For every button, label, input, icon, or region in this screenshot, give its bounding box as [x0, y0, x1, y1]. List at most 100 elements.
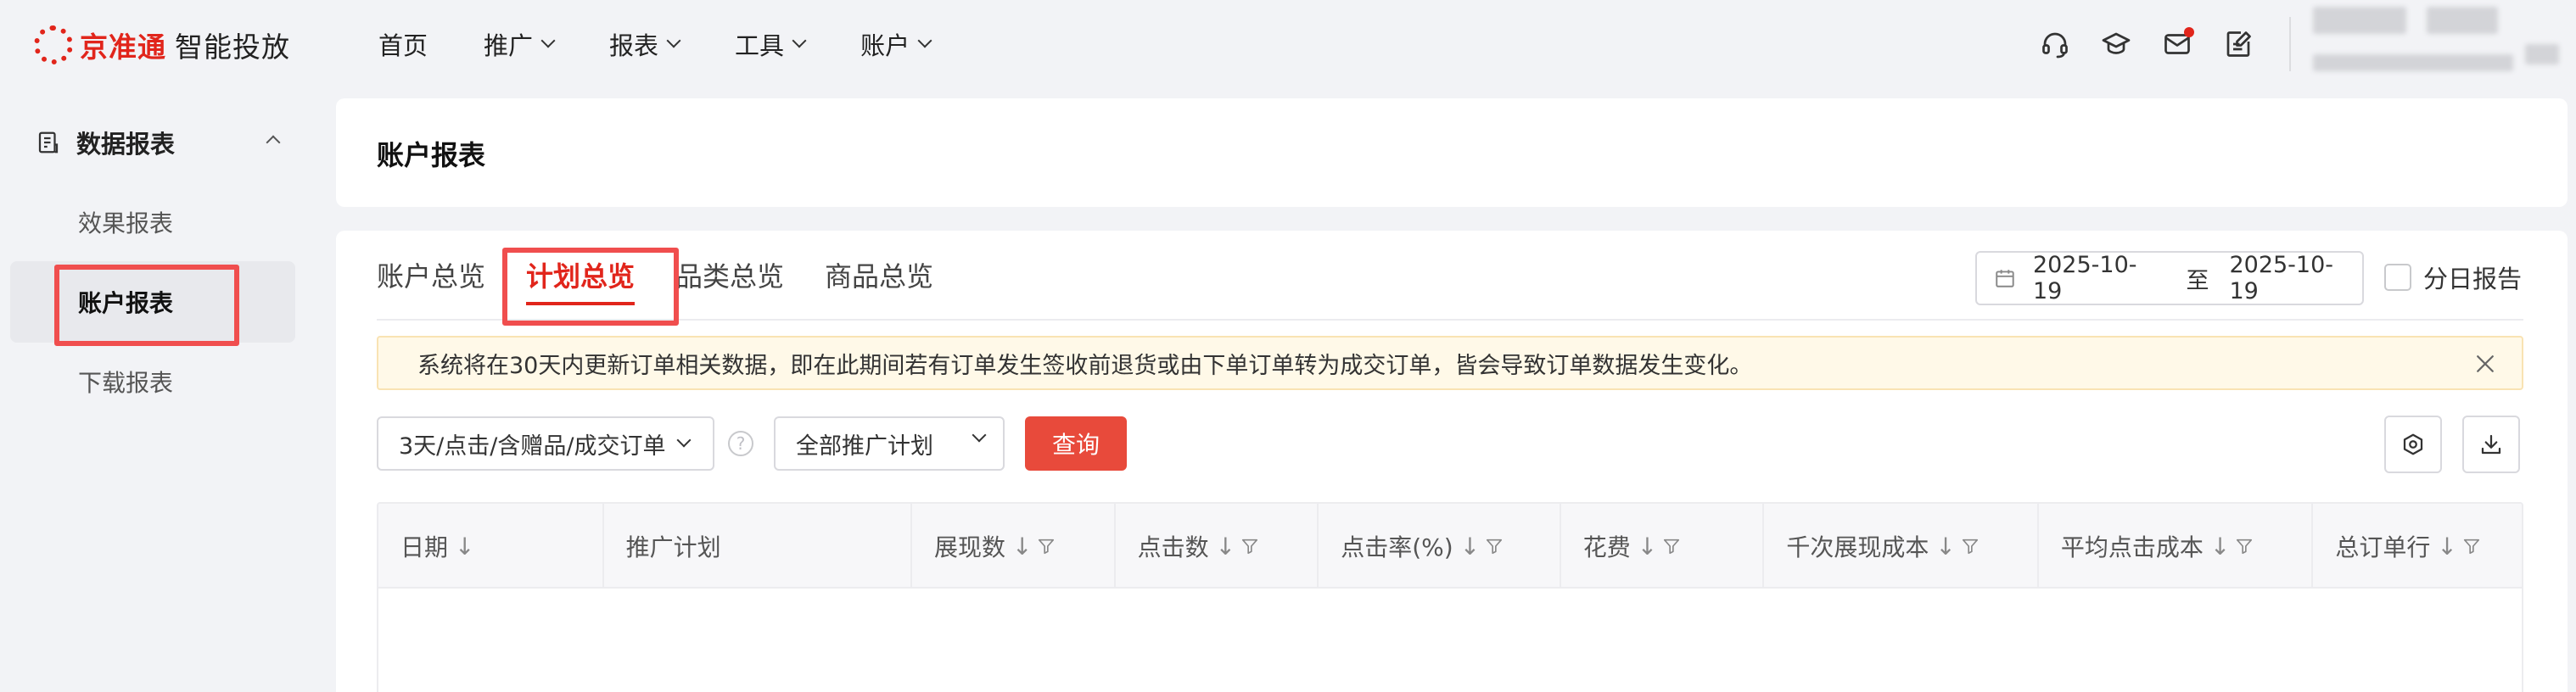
graduation-cap-icon[interactable] [2097, 25, 2135, 63]
sort-down-icon[interactable]: ↓ [455, 533, 474, 561]
chevron-down-icon [676, 432, 692, 448]
report-tabs: 账户总览 计划总览 品类总览 商品总览 [377, 231, 974, 319]
sidebar-item-label: 下载报表 [78, 369, 174, 397]
top-divider [2289, 17, 2291, 71]
nav-item-label: 报表 [609, 31, 659, 60]
column-header-clicks[interactable]: 点击数 ↓ [1116, 504, 1319, 589]
column-label: 千次展现成本 [1786, 533, 1929, 561]
user-account-info[interactable] [2313, 7, 2568, 75]
nav-item-reports[interactable]: 报表 [609, 26, 681, 62]
unread-dot [2184, 27, 2194, 37]
sidebar-group-data-reports[interactable]: 数据报表 [36, 120, 282, 165]
column-header-ctr[interactable]: 点击率(%) ↓ [1319, 504, 1561, 589]
column-label: 平均点击成本 [2060, 533, 2204, 561]
filter-icon[interactable] [2462, 537, 2481, 555]
data-update-notice: 系统将在30天内更新订单相关数据，即在此期间若有订单发生签收前退货或由下单订单转… [377, 336, 2523, 390]
sidebar-group-label: 数据报表 [76, 130, 176, 159]
tab-label: 商品总览 [825, 260, 934, 293]
column-label: 点击数 [1137, 533, 1209, 561]
column-header-plan: 推广计划 [604, 504, 912, 589]
notice-text: 系统将在30天内更新订单相关数据，即在此期间若有订单发生签收前退货或由下单订单转… [417, 352, 1753, 379]
close-icon[interactable] [2472, 351, 2498, 377]
settings-icon [2403, 433, 2423, 455]
query-button[interactable]: 查询 [1025, 416, 1127, 471]
column-header-impressions[interactable]: 展现数 ↓ [912, 504, 1116, 589]
attribution-select-value: 3天/点击/含赠品/成交订单 [399, 432, 666, 460]
daily-report-toggle[interactable]: 分日报告 [2384, 260, 2522, 295]
filter-icon[interactable] [2235, 537, 2254, 555]
filter-bar: 3天/点击/含赠品/成交订单 ? 全部推广计划 查询 [377, 416, 1127, 472]
nav-item-label: 推广 [484, 31, 534, 60]
column-label: 推广计划 [625, 533, 721, 561]
filter-icon[interactable] [1037, 537, 1056, 555]
nav-item-home[interactable]: 首页 [378, 26, 428, 62]
sidebar-item-effect-report[interactable]: 效果报表 [10, 181, 295, 263]
headset-icon[interactable] [2036, 25, 2074, 63]
brand-logo[interactable]: 京准通 智能投放 [34, 24, 290, 66]
edit-note-icon[interactable] [2220, 25, 2257, 63]
column-header-date[interactable]: 日期 ↓ [378, 504, 604, 589]
date-range-picker[interactable]: 2025-10-19 至 2025-10-19 [1975, 251, 2364, 305]
calendar-icon [1996, 270, 2014, 287]
sidebar: 数据报表 效果报表 账户报表 下载报表 [0, 88, 314, 692]
daily-report-label: 分日报告 [2423, 265, 2523, 293]
sort-down-icon[interactable]: ↓ [1460, 533, 1480, 561]
filter-icon[interactable] [1485, 537, 1504, 555]
daily-report-checkbox[interactable] [2384, 264, 2411, 291]
sidebar-item-label: 效果报表 [78, 209, 174, 237]
nav-item-account[interactable]: 账户 [860, 26, 932, 62]
tab-label: 账户总览 [377, 260, 486, 293]
brand-mark-icon [34, 25, 73, 64]
main-nav: 首页 推广 报表 工具 账户 [378, 0, 986, 88]
tab-product-overview[interactable]: 商品总览 [825, 231, 933, 319]
page-title: 账户报表 [377, 139, 486, 171]
column-label: 点击率(%) [1341, 533, 1453, 561]
filter-icon[interactable] [1240, 537, 1259, 555]
tab-account-overview[interactable]: 账户总览 [377, 231, 485, 319]
filter-icon[interactable] [1662, 537, 1681, 555]
column-header-cpc[interactable]: 平均点击成本 ↓ [2039, 504, 2314, 589]
column-header-cpm[interactable]: 千次展现成本 ↓ [1764, 504, 2039, 589]
filter-icon[interactable] [1961, 537, 1980, 555]
chevron-up-icon [266, 135, 281, 150]
plan-select[interactable]: 全部推广计划 [774, 416, 1005, 471]
sort-down-icon[interactable]: ↓ [1935, 533, 1955, 561]
chevron-down-icon [666, 33, 681, 48]
chevron-down-icon [972, 427, 987, 443]
report-table: 日期 ↓ 推广计划 展现数 ↓ 点击数 ↓ 点击率(%) ↓ 花费 ↓ 千次展现成本 ↓ 平… [377, 502, 2523, 692]
sort-down-icon[interactable]: ↓ [1012, 533, 1032, 561]
sidebar-item-account-report[interactable]: 账户报表 [10, 261, 295, 343]
download-icon [2481, 434, 2501, 455]
sort-down-icon[interactable]: ↓ [1216, 533, 1235, 561]
attribution-select[interactable]: 3天/点击/含赠品/成交订单 [377, 416, 714, 471]
plan-select-value: 全部推广计划 [796, 432, 933, 460]
nav-item-promotion[interactable]: 推广 [484, 26, 556, 62]
sidebar-item-download-report[interactable]: 下载报表 [10, 341, 295, 422]
brand-subtitle: 智能投放 [175, 31, 290, 64]
date-start: 2025-10-19 [2032, 252, 2137, 304]
sort-down-icon[interactable]: ↓ [2437, 533, 2456, 561]
mail-icon[interactable] [2159, 25, 2196, 63]
help-icon[interactable]: ? [728, 431, 753, 456]
column-label: 展现数 [933, 533, 1005, 561]
column-settings-button[interactable] [2384, 416, 2442, 473]
report-panel: 账户总览 计划总览 品类总览 商品总览 2025-10-19 至 2025-10… [336, 231, 2568, 692]
tabs-divider [377, 319, 2523, 321]
date-separator: 至 [2186, 267, 2209, 294]
nav-item-tools[interactable]: 工具 [735, 26, 807, 62]
tab-plan-overview[interactable]: 计划总览 [526, 231, 636, 319]
nav-item-label: 账户 [860, 31, 910, 60]
report-icon [38, 131, 59, 153]
column-label: 花费 [1582, 533, 1631, 561]
sort-down-icon[interactable]: ↓ [2210, 533, 2230, 561]
column-header-total-orders[interactable]: 总订单行 ↓ [2313, 504, 2522, 589]
sort-down-icon[interactable]: ↓ [1638, 533, 1657, 561]
download-button[interactable] [2462, 416, 2520, 473]
date-end: 2025-10-19 [2229, 252, 2334, 304]
chevron-down-icon [917, 33, 932, 48]
chevron-down-icon [540, 33, 556, 48]
column-header-cost[interactable]: 花费 ↓ [1561, 504, 1765, 589]
tab-category-overview[interactable]: 品类总览 [675, 231, 784, 319]
column-label: 总订单行 [2335, 533, 2431, 561]
tab-label: 计划总览 [526, 260, 636, 293]
